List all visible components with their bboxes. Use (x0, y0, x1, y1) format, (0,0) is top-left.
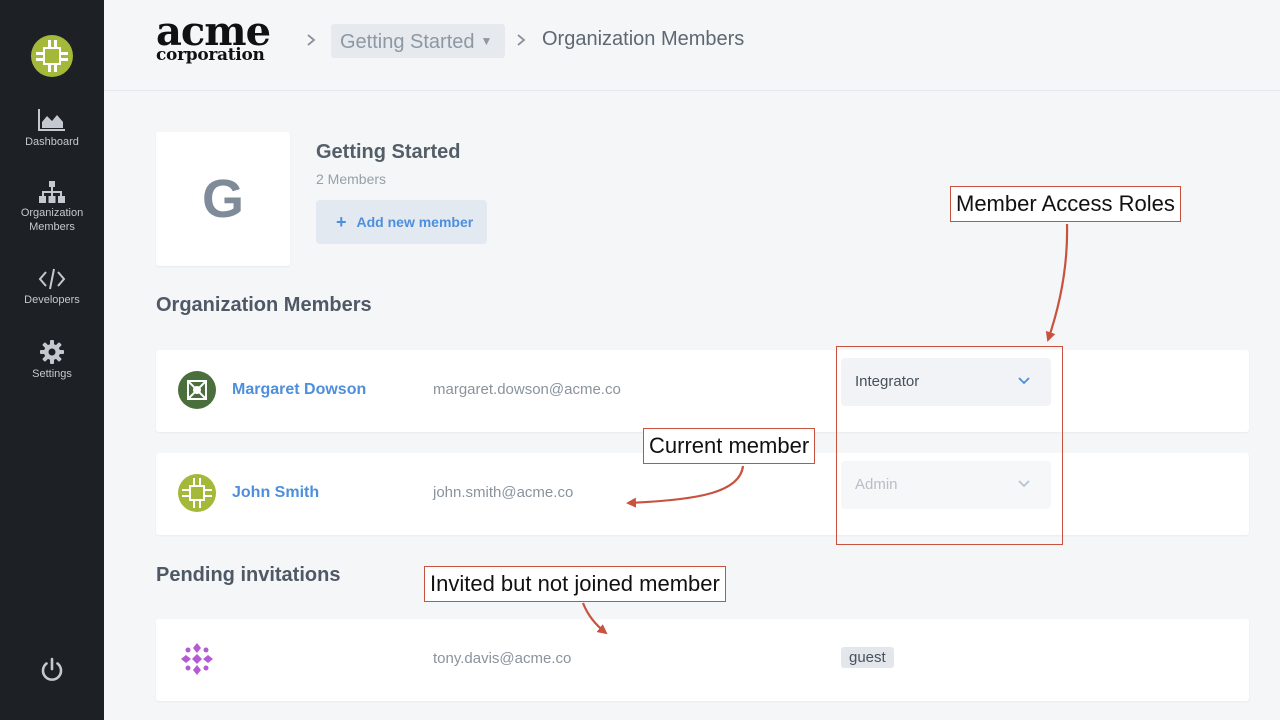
breadcrumb-project-dropdown[interactable]: Getting Started ▼ (331, 24, 505, 58)
chart-icon (38, 109, 65, 131)
member-name[interactable]: Margaret Dowson (232, 381, 366, 399)
chevron-right-icon (517, 34, 526, 46)
members-section-title: Organization Members (156, 294, 372, 316)
sidebar-item-label: Organization Members (20, 207, 84, 233)
breadcrumb-current: Organization Members (542, 28, 745, 50)
top-header: acme corporation Getting Started ▼ Organi… (104, 0, 1280, 91)
sidebar-item-organization-members[interactable]: Organization Members (0, 181, 104, 234)
member-email: john.smith@acme.co (433, 484, 574, 501)
member-row: John Smith john.smith@acme.co Admin (156, 453, 1249, 535)
org-avatar: G (156, 132, 290, 266)
sidebar-item-label: Developers (24, 294, 80, 306)
org-name: Getting Started (316, 141, 461, 163)
power-icon[interactable] (38, 656, 66, 684)
member-row: Margaret Dowson margaret.dowson@acme.co … (156, 350, 1249, 432)
org-chart-icon (39, 181, 65, 203)
annotation-current-member: Current member (643, 428, 816, 464)
sidebar: Dashboard Organization Members Developer… (0, 0, 104, 720)
plus-icon: + (336, 212, 347, 232)
gear-icon (40, 340, 64, 364)
app-logo[interactable] (30, 34, 74, 78)
breadcrumb-project-label: Getting Started (340, 31, 475, 53)
avatar (178, 474, 216, 512)
sidebar-item-settings[interactable]: Settings (0, 340, 104, 381)
sidebar-item-label: Settings (32, 368, 72, 380)
avatar (181, 643, 213, 675)
add-member-button[interactable]: + Add new member (316, 200, 487, 244)
add-member-label: Add new member (356, 214, 474, 230)
brand-logo-bottom: corporation (156, 45, 265, 65)
roles-arrow (1045, 223, 1069, 342)
pending-section-title: Pending invitations (156, 564, 341, 586)
chevron-right-icon (307, 34, 316, 46)
brand-logo-top: acme (156, 8, 271, 55)
sidebar-item-label: Dashboard (25, 136, 79, 148)
sidebar-item-developers[interactable]: Developers (0, 268, 104, 307)
sidebar-item-dashboard[interactable]: Dashboard (0, 108, 104, 149)
member-email: margaret.dowson@acme.co (433, 381, 621, 398)
brand-logo[interactable]: acme corporation (156, 8, 271, 65)
annotation-member-access-roles: Member Access Roles (950, 186, 1181, 222)
code-icon (38, 268, 66, 290)
invitation-email: tony.davis@acme.co (433, 650, 572, 667)
org-member-count: 2 Members (316, 171, 387, 187)
caret-down-icon: ▼ (480, 34, 493, 48)
member-name[interactable]: John Smith (232, 484, 319, 502)
invitation-row: tony.davis@acme.co guest (156, 619, 1249, 701)
status-badge: guest (841, 647, 894, 668)
avatar (178, 371, 216, 409)
roles-highlight-box (836, 346, 1063, 545)
annotation-invited-member: Invited but not joined member (424, 566, 726, 602)
